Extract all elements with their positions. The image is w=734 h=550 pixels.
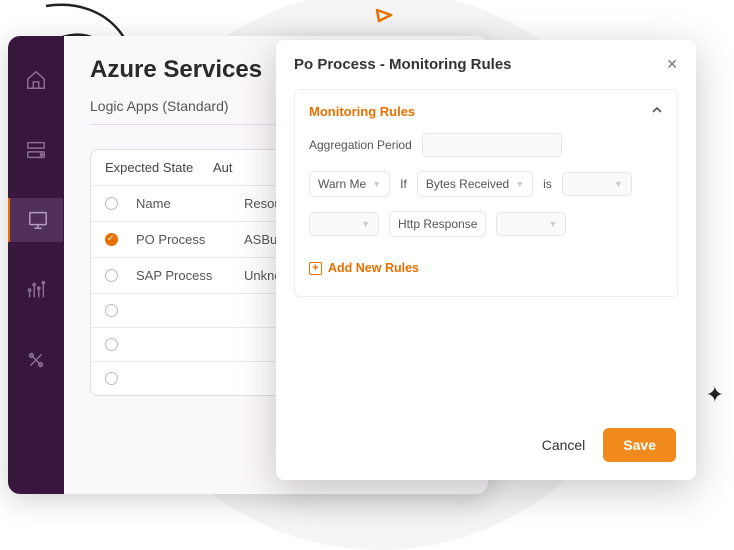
plus-accent-icon: ✦ (706, 382, 724, 408)
caret-down-icon: ▼ (372, 179, 381, 189)
rules-section: Monitoring Rules Aggregation Period Warn… (294, 89, 678, 297)
modal-title: Po Process - Monitoring Rules (294, 56, 512, 73)
plus-icon: + (309, 262, 322, 275)
close-icon[interactable]: ✕ (666, 56, 678, 73)
section-header[interactable]: Monitoring Rules (309, 104, 663, 119)
cancel-button[interactable]: Cancel (542, 437, 586, 453)
http-response-select[interactable]: Http Response (389, 211, 486, 237)
sidebar-item-analytics[interactable] (8, 268, 64, 312)
sidebar-item-servers[interactable] (8, 128, 64, 172)
monitoring-rules-modal: Po Process - Monitoring Rules ✕ Monitori… (276, 40, 696, 480)
row-radio[interactable] (105, 233, 118, 246)
row-name: SAP Process (136, 268, 226, 283)
analytics-icon (25, 279, 47, 301)
row-radio[interactable] (105, 338, 118, 351)
sidebar-item-tools[interactable] (8, 338, 64, 382)
col-expected-state: Expected State (105, 160, 195, 175)
threshold-select[interactable]: ▼ (496, 212, 566, 236)
caret-down-icon: ▼ (614, 179, 623, 189)
is-label: is (543, 177, 552, 191)
sidebar (8, 36, 64, 494)
modal-header: Po Process - Monitoring Rules ✕ (276, 40, 696, 85)
save-button[interactable]: Save (603, 428, 676, 462)
metric-label: Bytes Received (426, 177, 509, 191)
warn-label: Warn Me (318, 177, 366, 191)
monitor-icon (27, 209, 49, 231)
triangle-accent-icon (375, 8, 393, 29)
warn-select[interactable]: Warn Me ▼ (309, 171, 390, 197)
tools-icon (25, 349, 47, 371)
if-label: If (400, 177, 407, 191)
rule-row-2: ▼ Http Response ▼ (309, 211, 663, 237)
modal-footer: Cancel Save (276, 414, 696, 480)
row-radio[interactable] (105, 304, 118, 317)
caret-down-icon: ▼ (548, 219, 557, 229)
add-rule-label: Add New Rules (328, 261, 419, 275)
metric-select[interactable]: Bytes Received ▼ (417, 171, 533, 197)
rule-row-1: Warn Me ▼ If Bytes Received ▼ is ▼ (309, 171, 663, 197)
row-radio[interactable] (105, 269, 118, 282)
operator-select[interactable]: ▼ (562, 172, 632, 196)
section-title: Monitoring Rules (309, 104, 415, 119)
http-response-label: Http Response (398, 217, 477, 231)
select-all-radio[interactable] (105, 197, 118, 210)
col-name: Name (136, 196, 226, 211)
chevron-up-icon (651, 104, 663, 119)
sidebar-item-home[interactable] (8, 58, 64, 102)
aggregation-row: Aggregation Period (309, 133, 663, 157)
value-select[interactable]: ▼ (309, 212, 379, 236)
row-radio[interactable] (105, 372, 118, 385)
aggregation-select[interactable] (422, 133, 562, 157)
caret-down-icon: ▼ (515, 179, 524, 189)
aggregation-label: Aggregation Period (309, 138, 412, 152)
row-name: PO Process (136, 232, 226, 247)
servers-icon (25, 139, 47, 161)
home-icon (25, 69, 47, 91)
modal-body: Monitoring Rules Aggregation Period Warn… (276, 85, 696, 414)
add-rule-button[interactable]: + Add New Rules (309, 261, 419, 275)
sidebar-item-monitor[interactable] (8, 198, 63, 242)
caret-down-icon: ▼ (361, 219, 370, 229)
